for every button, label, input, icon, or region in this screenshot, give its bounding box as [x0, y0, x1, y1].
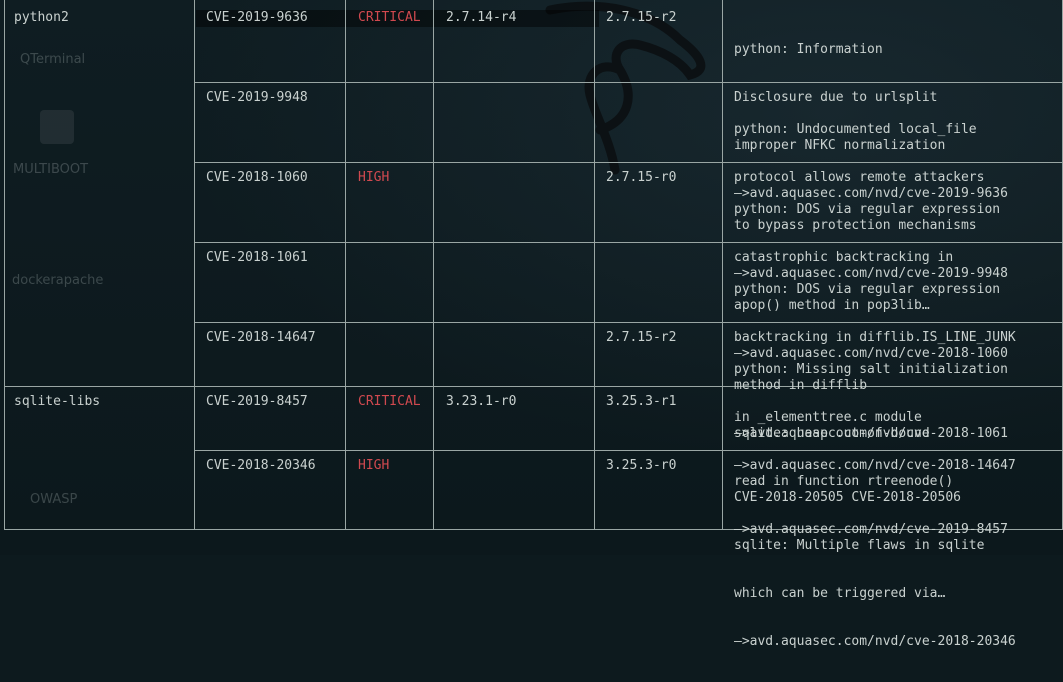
severity-cell: CRITICAL: [358, 10, 421, 25]
table-border: [4, 0, 5, 530]
installed-version-cell: 2.7.14-r4: [446, 10, 517, 25]
library-cell: python2: [14, 10, 69, 25]
fixed-version-cell: 2.7.15-r0: [606, 170, 677, 185]
vuln-id-cell: CVE-2019-8457: [206, 394, 308, 409]
vuln-id-cell: CVE-2018-20346: [206, 458, 316, 473]
terminal-output[interactable]: python2 CVE-2019-9636 CRITICAL 2.7.14-r4…: [0, 0, 1063, 649]
vuln-id-cell: CVE-2018-1060: [206, 170, 308, 185]
library-cell: sqlite-libs: [14, 394, 101, 409]
title-line: python: DOS via regular expression: [734, 202, 1001, 217]
severity-cell: HIGH: [358, 170, 390, 185]
vuln-id-cell: CVE-2019-9948: [206, 90, 308, 105]
severity-cell: CRITICAL: [358, 394, 421, 409]
severity-cell: HIGH: [358, 458, 390, 473]
vuln-id-cell: CVE-2018-14647: [206, 330, 316, 345]
title-line: python: Information: [734, 42, 883, 57]
fixed-version-cell: 2.7.15-r2: [606, 330, 677, 345]
title-cell: CVE-2018-20505 CVE-2018-20506 sqlite: Mu…: [734, 448, 1016, 682]
fixed-version-cell: 2.7.15-r2: [606, 10, 677, 25]
title-line: CVE-2018-20505 CVE-2018-20506: [734, 490, 961, 505]
title-line: python: Missing salt initialization: [734, 362, 1008, 377]
vuln-id-cell: CVE-2019-9636: [206, 10, 308, 25]
fixed-version-cell: 3.25.3-r1: [606, 394, 677, 409]
title-line: sqlite: heap out-of-bound: [734, 426, 930, 441]
title-line: which can be triggered via…: [734, 586, 946, 601]
vuln-id-cell: CVE-2018-1061: [206, 250, 308, 265]
title-line: python: DOS via regular expression: [734, 282, 1001, 297]
advisory-link[interactable]: —>avd.aquasec.com/nvd/cve-2018-20346: [734, 634, 1016, 650]
title-line: python: Undocumented local_file: [734, 122, 977, 137]
title-line: sqlite: Multiple flaws in sqlite: [734, 538, 985, 553]
fixed-version-cell: 3.25.3-r0: [606, 458, 677, 473]
installed-version-cell: 3.23.1-r0: [446, 394, 517, 409]
